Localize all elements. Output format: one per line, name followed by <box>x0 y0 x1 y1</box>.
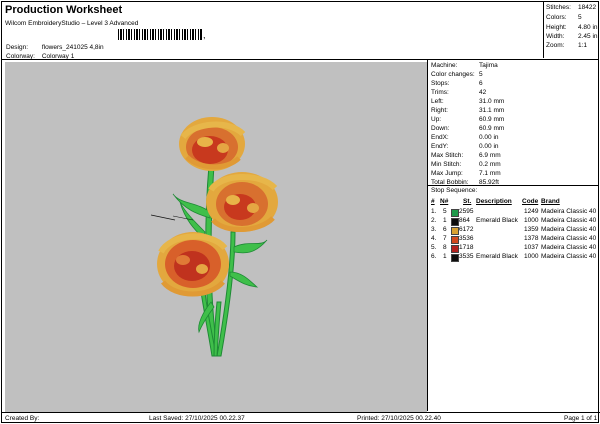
col-header-st: St. <box>463 198 472 205</box>
page-title: Production Worksheet <box>5 4 123 16</box>
row-brand: Madeira Classic 40 <box>541 244 597 251</box>
printed-date: Printed: 27/10/2025 00.22.40 <box>357 415 441 422</box>
col-header-code: Code <box>522 198 539 205</box>
color-swatch-icon <box>451 227 459 235</box>
row-code: 1359 <box>524 226 539 233</box>
row-num: 5. <box>431 244 437 251</box>
design-preview <box>5 62 427 412</box>
stats-panel: Stitches: 18422 Colors: 5 Height: 4.80 in W… <box>543 2 600 58</box>
row-needle: 1 <box>443 217 447 224</box>
row-brand: Madeira Classic 40 <box>541 253 597 260</box>
info-min-stitch: Min Stitch: 0.2 mm <box>431 161 501 168</box>
row-brand: Madeira Classic 40 <box>541 235 597 242</box>
black-stitch-line <box>150 214 176 221</box>
row-num: 2. <box>431 217 437 224</box>
row-needle: 8 <box>443 244 447 251</box>
stat-width: Width: 2.45 in <box>546 33 598 40</box>
row-num: 6. <box>431 253 437 260</box>
info-max-jump: Max Jump: 7.1 mm <box>431 170 501 177</box>
info-trims: Trims: 42 <box>431 89 487 96</box>
info-up: Up: 60.9 mm <box>431 116 505 123</box>
color-swatch-icon <box>451 254 459 262</box>
row-stitches: 2595 <box>459 208 474 215</box>
row-needle: 5 <box>443 208 447 215</box>
row-description: Emerald Black <box>476 253 518 260</box>
worksheet-frame: Production Worksheet Wilcom EmbroiderySt… <box>1 1 600 424</box>
last-saved: Last Saved: 27/10/2025 00.22.37 <box>149 415 245 422</box>
info-right: Right: 31.1 mm <box>431 107 505 114</box>
row-code: 1378 <box>524 235 539 242</box>
design-label: Design: <box>6 44 29 51</box>
info-max-stitch: Max Stitch: 6.9 mm <box>431 152 501 159</box>
info-divider <box>427 185 598 186</box>
created-by: Created By: <box>5 415 40 422</box>
row-needle: 6 <box>443 226 447 233</box>
row-stitches: 864 <box>459 217 470 224</box>
row-stitches: 6172 <box>459 226 474 233</box>
flower-middle <box>206 172 278 233</box>
col-header-num: # <box>431 198 435 205</box>
info-machine: Machine: Tajima <box>431 62 498 69</box>
header: Production Worksheet Wilcom EmbroiderySt… <box>4 4 544 60</box>
page-number: Page 1 of 1 <box>564 415 598 422</box>
barcode-mark: , <box>203 30 206 40</box>
row-description: Emerald Black <box>476 217 518 224</box>
row-brand: Madeira Classic 40 <box>541 217 597 224</box>
info-endx: EndX: 0.00 in <box>431 134 499 141</box>
flower-bottom <box>157 232 229 297</box>
row-code: 1000 <box>524 217 539 224</box>
color-swatch-icon <box>451 209 459 217</box>
row-needle: 7 <box>443 235 447 242</box>
col-header-brand: Brand <box>541 198 560 205</box>
color-swatch-icon <box>451 218 459 226</box>
row-num: 4. <box>431 235 437 242</box>
info-stops: Stops: 6 <box>431 80 483 87</box>
software-subtitle: Wilcom EmbroideryStudio – Level 3 Advanc… <box>5 20 139 27</box>
row-code: 1037 <box>524 244 539 251</box>
panel-divider <box>427 59 428 411</box>
row-num: 1. <box>431 208 437 215</box>
col-header-n: N# <box>440 198 449 205</box>
col-header-description: Description <box>476 198 512 205</box>
color-swatch-icon <box>451 245 459 253</box>
header-divider <box>2 59 598 60</box>
row-brand: Madeira Classic 40 <box>541 226 597 233</box>
stop-sequence-title: Stop Sequence: <box>431 187 478 194</box>
row-code: 1249 <box>524 208 539 215</box>
stat-zoom: Zoom: 1:1 <box>546 42 588 49</box>
barcode-icon <box>118 29 202 40</box>
design-value: flowers_241025 4,8in <box>41 44 104 51</box>
row-num: 3. <box>431 226 437 233</box>
info-color-changes: Color changes: 5 <box>431 71 483 78</box>
design-row: Design: flowers_241025 4,8in <box>6 44 104 51</box>
info-endy: EndY: 0.00 in <box>431 143 499 150</box>
info-down: Down: 60.9 mm <box>431 125 505 132</box>
info-left: Left: 31.0 mm <box>431 98 505 105</box>
row-stitches: 1718 <box>459 244 474 251</box>
flower-embroidery-image <box>150 117 278 357</box>
row-stitches: 3536 <box>459 235 474 242</box>
row-stitches: 3535 <box>459 253 474 260</box>
stat-colors: Colors: 5 <box>546 14 582 21</box>
stat-stitches: Stitches: 18422 <box>546 4 597 11</box>
row-needle: 1 <box>443 253 447 260</box>
footer: Created By: Last Saved: 27/10/2025 00.22… <box>2 412 600 424</box>
stat-height: Height: 4.80 in <box>546 24 598 31</box>
row-brand: Madeira Classic 40 <box>541 208 597 215</box>
row-code: 1000 <box>524 253 539 260</box>
color-swatch-icon <box>451 236 459 244</box>
flower-top <box>179 117 246 171</box>
